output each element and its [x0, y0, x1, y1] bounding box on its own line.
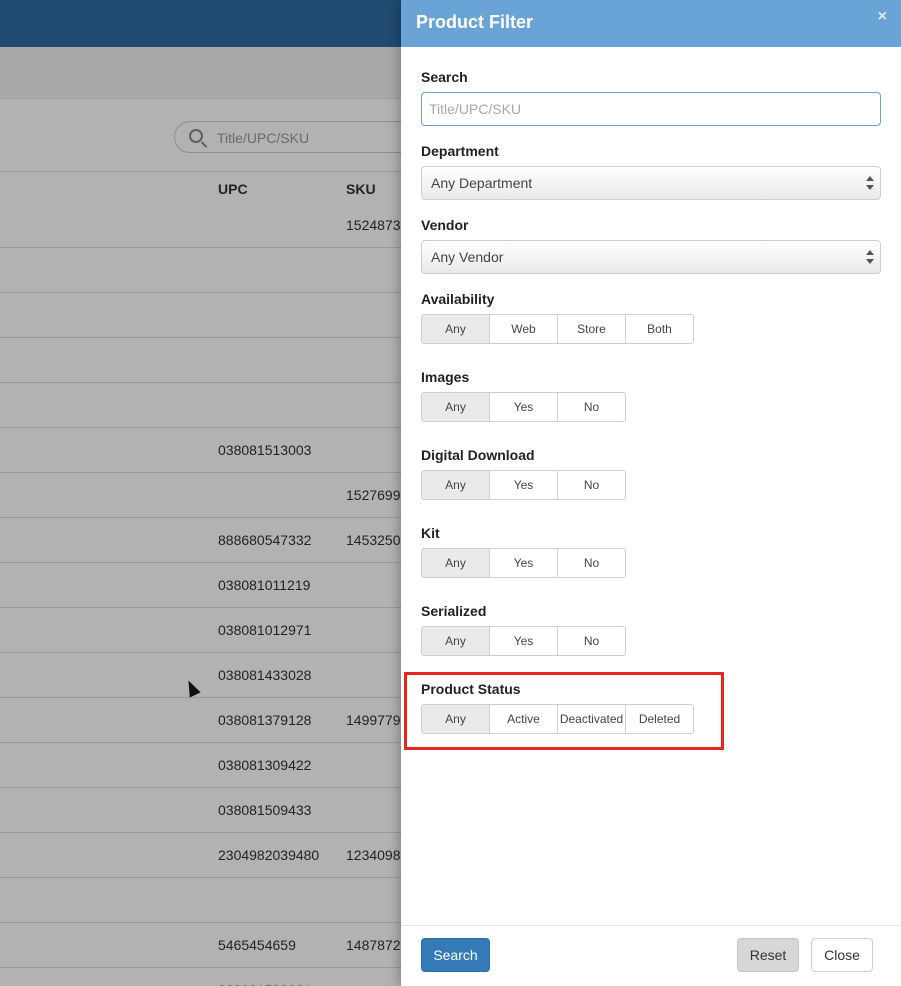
kit-option-yes[interactable]: Yes	[489, 548, 558, 578]
availability-option-store[interactable]: Store	[557, 314, 626, 344]
search-label: Search	[421, 69, 468, 85]
kit-option-any[interactable]: Any	[421, 548, 490, 578]
vendor-selected-value: Any Vendor	[431, 249, 504, 265]
vendor-select[interactable]: Any Vendor	[421, 240, 881, 274]
images-option-no[interactable]: No	[557, 392, 626, 422]
reset-button[interactable]: Reset	[737, 938, 799, 972]
department-selected-value: Any Department	[431, 175, 533, 191]
close-button[interactable]: Close	[811, 938, 873, 972]
images-option-yes[interactable]: Yes	[489, 392, 558, 422]
availability-option-web[interactable]: Web	[489, 314, 558, 344]
digital-download-option-yes[interactable]: Yes	[489, 470, 558, 500]
serialized-option-any[interactable]: Any	[421, 626, 490, 656]
kit-option-no[interactable]: No	[557, 548, 626, 578]
digital-download-option-any[interactable]: Any	[421, 470, 490, 500]
images-label: Images	[421, 369, 470, 385]
availability-option-both[interactable]: Both	[625, 314, 694, 344]
department-label: Department	[421, 143, 499, 159]
serialized-label: Serialized	[421, 603, 487, 619]
panel-title: Product Filter	[416, 12, 534, 32]
select-arrows-icon	[866, 250, 874, 266]
digital-download-toggle-group: Any Yes No	[421, 470, 626, 500]
search-input[interactable]	[421, 92, 881, 126]
images-option-any[interactable]: Any	[421, 392, 490, 422]
serialized-toggle-group: Any Yes No	[421, 626, 626, 656]
close-icon[interactable]: ×	[878, 8, 887, 26]
images-toggle-group: Any Yes No	[421, 392, 626, 422]
serialized-option-yes[interactable]: Yes	[489, 626, 558, 656]
vendor-label: Vendor	[421, 217, 469, 233]
department-select[interactable]: Any Department	[421, 166, 881, 200]
highlight-annotation	[404, 672, 724, 750]
kit-label: Kit	[421, 525, 440, 541]
panel-header: Product Filter ×	[401, 0, 901, 47]
product-filter-panel: Product Filter × Search Department Any D…	[401, 0, 901, 986]
serialized-option-no[interactable]: No	[557, 626, 626, 656]
availability-toggle-group: Any Web Store Both	[421, 314, 694, 344]
availability-option-any[interactable]: Any	[421, 314, 490, 344]
panel-footer: Search Reset Close	[401, 925, 901, 986]
search-button[interactable]: Search	[421, 938, 490, 972]
select-arrows-icon	[866, 176, 874, 192]
digital-download-label: Digital Download	[421, 447, 535, 463]
kit-toggle-group: Any Yes No	[421, 548, 626, 578]
availability-label: Availability	[421, 291, 495, 307]
digital-download-option-no[interactable]: No	[557, 470, 626, 500]
